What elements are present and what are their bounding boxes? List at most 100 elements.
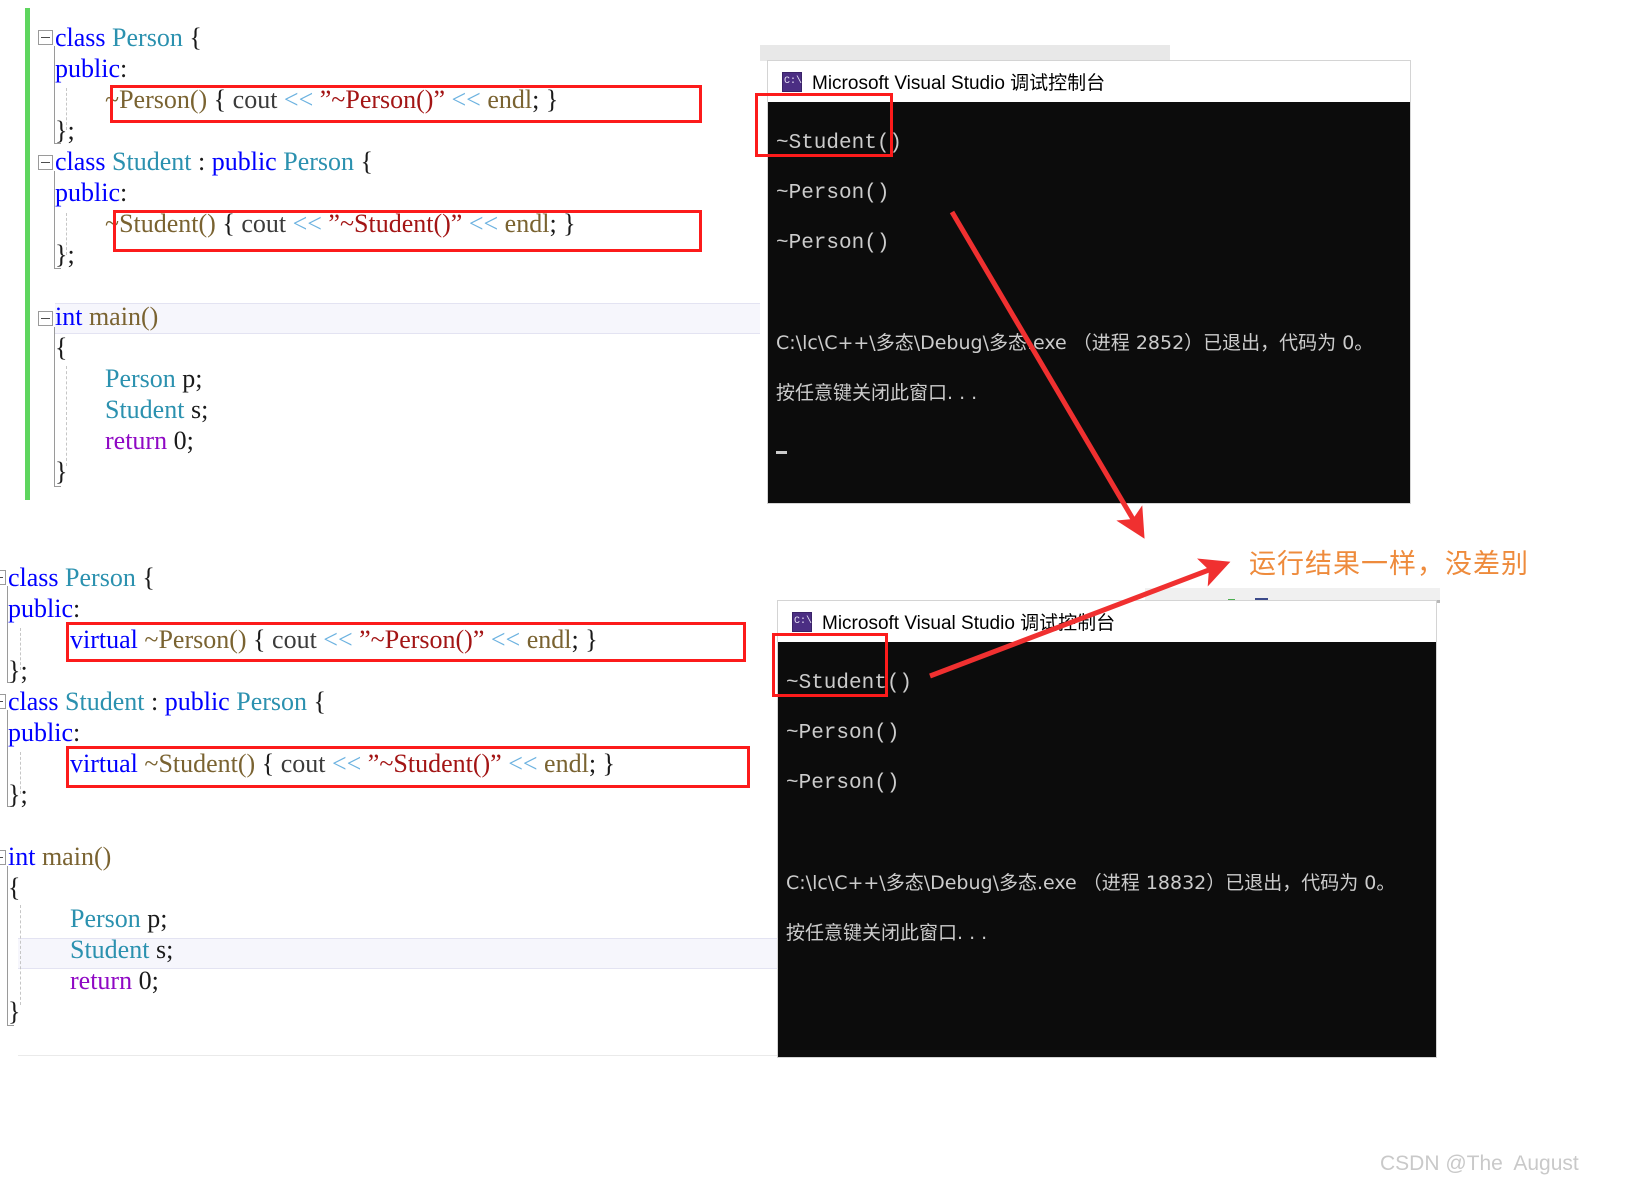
- console-cursor-1: [776, 451, 787, 454]
- code-line[interactable]: ~Student() { cout << ”~Student()” << end…: [55, 208, 576, 239]
- console-window-1[interactable]: Microsoft Visual Studio 调试控制台 ~Student()…: [768, 61, 1410, 503]
- code-token: main(): [88, 302, 159, 331]
- code-line[interactable]: class Person {: [8, 562, 615, 593]
- code-line[interactable]: return 0;: [55, 425, 576, 456]
- code-token: :: [191, 147, 212, 176]
- code-token: ; }: [549, 209, 576, 238]
- code-line[interactable]: public:: [55, 53, 576, 84]
- code-token: public: [164, 687, 230, 716]
- code-token: }: [55, 457, 68, 486]
- console-line: ~Person(): [776, 232, 890, 255]
- code-token: public: [8, 718, 73, 747]
- code-token: int: [55, 302, 89, 331]
- code-line[interactable]: Person p;: [55, 363, 576, 394]
- code-token: <<: [331, 749, 362, 778]
- code-line[interactable]: };: [55, 115, 576, 146]
- console-window-2[interactable]: Microsoft Visual Studio 调试控制台 ~Student()…: [778, 601, 1436, 1057]
- code-token: };: [8, 656, 28, 685]
- code-line[interactable]: ~Person() { cout << ”~Person()” << endl;…: [55, 84, 576, 115]
- console-output-1: ~Student() ~Person() ~Person() C:\lc\C++…: [768, 102, 1410, 503]
- code-line[interactable]: }: [8, 996, 615, 1027]
- code-token: :: [120, 54, 128, 83]
- console-cursor-wrap-1: [776, 431, 1410, 462]
- code-token: ”~Student()”: [328, 209, 463, 238]
- code-token: p;: [175, 364, 203, 393]
- code-token: Person: [283, 147, 355, 176]
- code-line[interactable]: class Student : public Person {: [8, 686, 615, 717]
- code-token: Person: [112, 23, 183, 52]
- code-token: :: [73, 594, 81, 623]
- code-line[interactable]: {: [55, 332, 576, 363]
- code-line[interactable]: Person p;: [8, 903, 615, 934]
- window-backdrop-strip-2: [1145, 588, 1440, 600]
- code-line[interactable]: }: [55, 456, 576, 487]
- code-line[interactable]: [8, 810, 615, 841]
- code-line[interactable]: class Student : public Person {: [55, 146, 576, 177]
- code-token: return: [105, 426, 168, 455]
- code-token: ”~Student()”: [367, 749, 502, 778]
- console-titlebar-2[interactable]: Microsoft Visual Studio 调试控制台: [778, 601, 1436, 642]
- code-token: public: [211, 147, 277, 176]
- console-titlebar-1[interactable]: Microsoft Visual Studio 调试控制台: [768, 61, 1410, 102]
- console-title-text-2: Microsoft Visual Studio 调试控制台: [822, 613, 1116, 634]
- code-token: Student: [65, 687, 145, 716]
- code-token: Student: [112, 147, 192, 176]
- code-line[interactable]: {: [8, 872, 615, 903]
- code-line[interactable]: class Person {: [55, 22, 576, 53]
- code-token: virtual: [70, 625, 138, 654]
- code-token: <<: [508, 749, 538, 778]
- code-token: ”~Person()”: [359, 625, 485, 654]
- console-prompt-line-2: 按任意键关闭此窗口. . .: [786, 922, 988, 944]
- collapse-toggle-main-1[interactable]: [38, 311, 53, 326]
- collapse-toggle-main-2[interactable]: [0, 850, 6, 865]
- console-output-2: ~Student() ~Person() ~Person() C:\lc\C++…: [778, 642, 1436, 1057]
- console-prompt-line-1: 按任意键关闭此窗口. . .: [776, 382, 978, 404]
- code-token: <<: [468, 209, 499, 238]
- collapse-toggle-class-student-1[interactable]: [38, 155, 53, 170]
- code-token: {: [8, 873, 21, 902]
- code-line[interactable]: public:: [8, 717, 615, 748]
- code-token: :: [120, 178, 128, 207]
- code-token: virtual: [70, 749, 138, 778]
- code-token: endl: [526, 625, 572, 654]
- code-token: {: [182, 23, 202, 52]
- code-token: Person: [236, 687, 308, 716]
- console-title-text-1: Microsoft Visual Studio 调试控制台: [812, 73, 1106, 94]
- code-line[interactable]: public:: [55, 177, 576, 208]
- code-token: <<: [323, 625, 353, 654]
- code-token: {: [55, 333, 68, 362]
- code-line[interactable]: };: [55, 239, 576, 270]
- editor-bottom-rule: [18, 1055, 780, 1056]
- code-token: cout: [280, 749, 326, 778]
- collapse-toggle-class-student-2[interactable]: [0, 694, 6, 709]
- code-line[interactable]: [55, 270, 576, 301]
- code-line[interactable]: Student s;: [55, 394, 576, 425]
- collapse-toggle-class-person-2[interactable]: [0, 570, 6, 585]
- code-token: ~Student(): [144, 749, 256, 778]
- code-line[interactable]: virtual ~Person() { cout << ”~Person()” …: [8, 624, 615, 655]
- code-line[interactable]: int main(): [55, 301, 576, 332]
- code-token: ; }: [588, 749, 616, 778]
- code-token: :: [144, 687, 165, 716]
- code-line[interactable]: };: [8, 779, 615, 810]
- code-line[interactable]: };: [8, 655, 615, 686]
- code-token: class: [55, 147, 113, 176]
- window-backdrop-strip-1: [760, 45, 1170, 61]
- code-token: endl: [487, 85, 533, 114]
- code-line[interactable]: virtual ~Student() { cout << ”~Student()…: [8, 748, 615, 779]
- code-editor-block-1[interactable]: class Person {public: ~Person() { cout <<…: [0, 0, 760, 510]
- collapse-toggle-class-person-1[interactable]: [38, 30, 53, 45]
- code-editor-block-2[interactable]: class Person {public: virtual ~Person() {…: [0, 560, 780, 1060]
- code-token: Student: [70, 935, 150, 964]
- code-token: <<: [283, 85, 314, 114]
- code-token: p;: [140, 904, 168, 933]
- code-token: Person: [105, 364, 176, 393]
- code-token: 0;: [167, 426, 194, 455]
- code-line[interactable]: return 0;: [8, 965, 615, 996]
- console-line: ~Student(): [776, 132, 903, 155]
- code-token: ; }: [532, 85, 559, 114]
- code-line[interactable]: int main(): [8, 841, 615, 872]
- code-line[interactable]: public:: [8, 593, 615, 624]
- code-line[interactable]: Student s;: [8, 934, 615, 965]
